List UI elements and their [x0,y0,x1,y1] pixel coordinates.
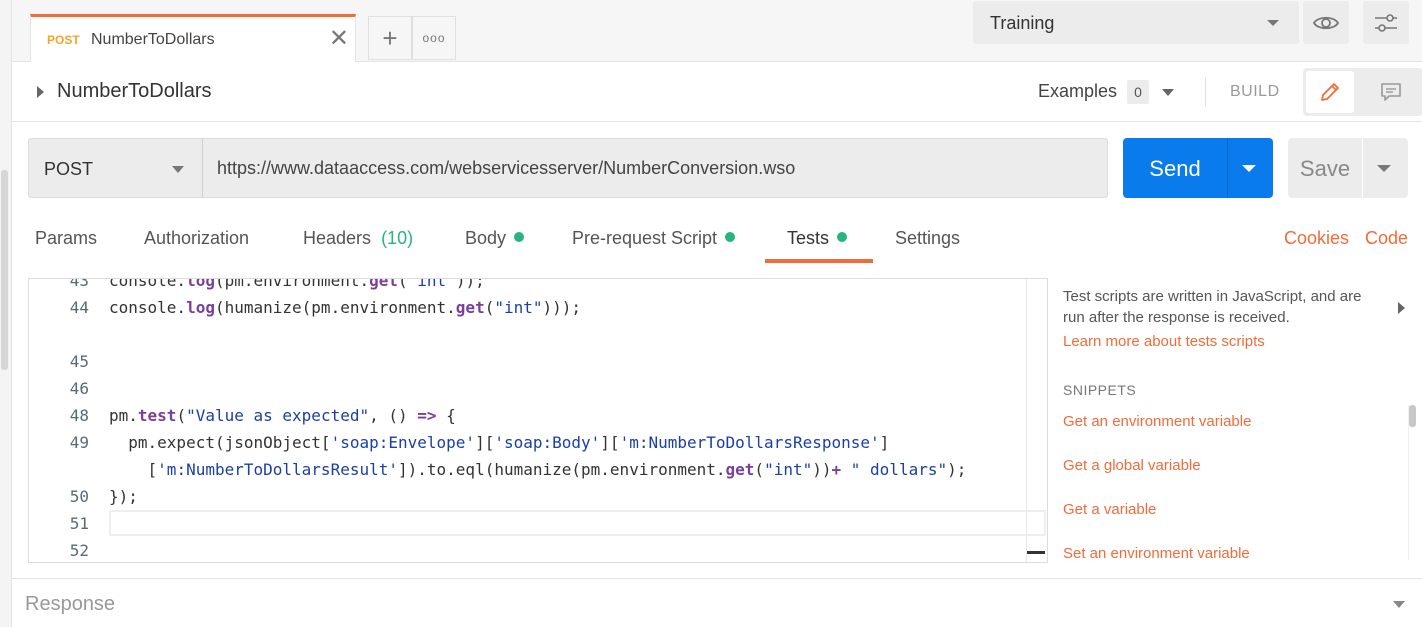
status-dot [837,232,848,242]
test-script-editor[interactable]: 43 44 45 46 48 49 50 51 52 console.log(p… [28,278,1048,563]
line-number: 44 [69,298,89,317]
line-number: 48 [69,406,89,425]
divider [1227,138,1228,198]
code-line: }); [109,487,138,506]
tab-method-badge: POST [47,33,80,47]
response-panel-header[interactable]: Response [12,578,1422,627]
tab-prerequest-label: Pre-request Script [572,228,718,248]
line-number: 45 [69,352,89,371]
send-options-chevron-icon[interactable] [1242,165,1256,172]
sliders-icon [1375,13,1397,32]
method-selected-value: POST [44,159,94,179]
save-button-label: Save [1299,156,1351,181]
snippets-heading: SNIPPETS [1063,382,1137,398]
plus-icon: + [382,22,398,53]
line-number: 46 [69,379,89,398]
active-line-highlight [109,510,1046,536]
request-name-bar: NumberToDollars Examples 0 BUILD [12,62,1422,122]
save-options-chevron-icon[interactable] [1377,165,1391,172]
divider [1205,78,1206,106]
chevron-down-icon[interactable] [1393,601,1405,608]
send-button-label: Send [1149,156,1201,181]
tests-description: Test scripts are written in JavaScript, … [1063,288,1362,326]
snippets-scroll-track[interactable] [1408,405,1417,560]
editor-scrollbar[interactable] [1026,279,1047,562]
tab-tests[interactable]: Tests [787,228,848,249]
snippets-scrollbar[interactable] [1409,405,1416,427]
tab-authorization[interactable]: Authorization [144,228,249,249]
build-label: BUILD [1230,83,1280,100]
request-title[interactable]: NumberToDollars [57,80,212,103]
snippet-link[interactable]: Get a variable [1063,501,1156,518]
eye-icon [1313,16,1339,29]
code-line: console.log(pm.environment.get("int")); [109,278,485,290]
snippet-link[interactable]: Get an environment variable [1063,413,1251,430]
code-line: ['m:NumberToDollarsResult']).to.eql(huma… [109,460,967,479]
divider [1362,138,1363,198]
comments-button[interactable] [1363,71,1419,113]
chevron-down-icon [1267,20,1279,26]
pencil-icon [1321,83,1339,101]
tab-bar: POST NumberToDollars ✕ + ooo Training [12,0,1422,62]
line-number: 52 [69,541,89,560]
send-button[interactable]: Send [1123,138,1273,198]
build-mode-button[interactable] [1306,71,1354,113]
tab-headers-label: Headers [303,228,372,248]
save-button[interactable]: Save [1288,138,1408,198]
chevron-down-icon[interactable] [1162,89,1174,96]
code-line: pm.expect(jsonObject['soap:Envelope']['s… [109,433,890,452]
line-number: 49 [69,433,89,452]
tab-headers[interactable]: Headers (10) [303,228,413,249]
tab-prerequest-script[interactable]: Pre-request Script [572,228,736,249]
snippet-link[interactable]: Set an environment variable [1063,545,1250,562]
line-number: 50 [69,487,89,506]
left-sidebar-edge [0,0,12,627]
tab-params[interactable]: Params [35,228,97,249]
response-label: Response [25,593,116,615]
method-select[interactable]: POST [28,138,202,198]
tab-body[interactable]: Body [465,228,525,249]
active-tab-indicator [765,259,873,263]
editor-scroll-thumb[interactable] [1027,551,1045,554]
examples-label[interactable]: Examples [1038,81,1117,102]
mode-toggle [1303,68,1422,116]
tab-options-button[interactable]: ooo [412,16,456,60]
headers-count: (10) [381,228,414,248]
more-options-icon: ooo [422,31,446,45]
code-link[interactable]: Code [1365,228,1408,249]
code-line: pm.test("Value as expected", () => { [109,406,456,425]
request-tab[interactable]: POST NumberToDollars ✕ [30,14,356,62]
environment-select[interactable]: Training [973,1,1299,44]
line-number-gutter: 43 44 45 46 48 49 50 51 52 [29,279,99,562]
close-tab-icon[interactable]: ✕ [329,27,349,51]
learn-more-link[interactable]: Learn more about tests scripts [1063,333,1265,350]
status-dot [514,232,525,242]
environment-quick-look-button[interactable] [1303,1,1349,44]
code-line: console.log(humanize(pm.environment.get(… [109,298,582,317]
line-number: 43 [69,278,89,290]
environment-selected-value: Training [990,13,1055,33]
tab-settings[interactable]: Settings [895,228,960,249]
manage-environments-button[interactable] [1363,1,1409,44]
tab-body-label: Body [465,228,507,248]
chevron-down-icon [172,166,184,173]
tab-tests-label: Tests [787,228,830,248]
snippet-link[interactable]: Get a global variable [1063,457,1201,474]
left-scrollbar[interactable] [1,170,8,370]
tab-request-name: NumberToDollars [91,31,215,48]
new-tab-button[interactable]: + [368,16,412,60]
line-number: 51 [69,514,89,533]
url-input[interactable]: https://www.dataaccess.com/webservicesse… [202,138,1108,198]
caret-right-icon[interactable] [37,86,44,98]
examples-count-badge: 0 [1127,80,1149,104]
comment-icon [1381,83,1401,101]
collapse-panel-icon[interactable] [1398,302,1405,314]
status-dot [725,232,736,242]
cookies-link[interactable]: Cookies [1284,228,1349,249]
